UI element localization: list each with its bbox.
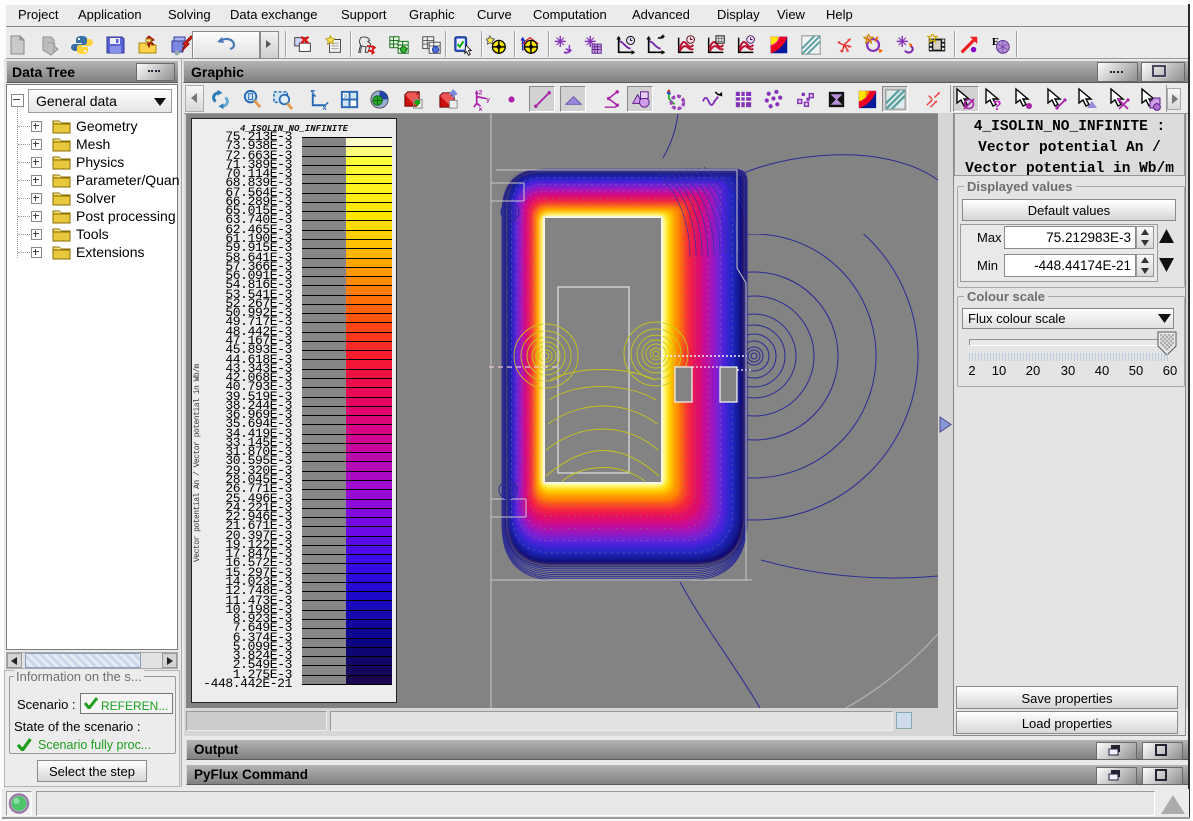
svg-text:2: 2 [479, 90, 483, 97]
svg-text:x: x [322, 103, 327, 111]
svg-text:x: x [479, 106, 483, 111]
svg-text:?: ? [993, 97, 1002, 111]
svg-text:X: X [344, 94, 348, 100]
svg-text:y: y [486, 96, 490, 103]
